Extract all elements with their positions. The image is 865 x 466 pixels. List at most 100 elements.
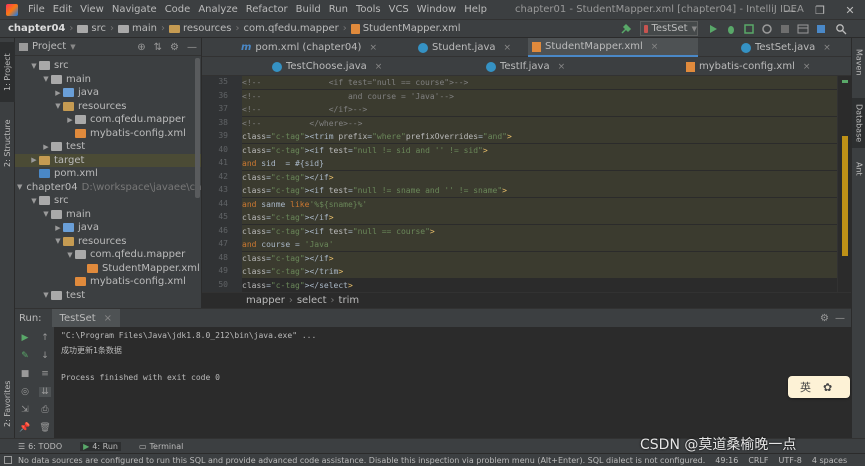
code-editor[interactable]: <!-- <if test="null == course">--> <!-- a… [242,76,837,292]
tool-tab-maven[interactable]: Maven [852,42,865,82]
exit-icon[interactable]: ⇲ [19,405,31,415]
code-line[interactable]: <!-- and course = 'Java'--> [242,89,837,103]
menu-refactor[interactable]: Refactor [242,4,292,15]
chevron-right-icon[interactable]: ▶ [29,156,39,164]
code-line[interactable]: class = "c-tag" ></if > [242,211,837,224]
close-tab-icon[interactable]: × [823,43,831,53]
tab-student-java[interactable]: Student.java × [414,38,524,57]
chevron-right-icon[interactable]: ▶ [65,116,75,124]
status-toggle-icon[interactable] [4,456,12,464]
tree-item[interactable]: ▼ com.qfedu.mapper [15,248,201,261]
tree-item[interactable]: ▼ src [15,194,201,207]
tab-testchoose-java[interactable]: TestChoose.java × [268,57,408,76]
close-icon[interactable]: ✕ [835,0,865,20]
soft-wrap-icon[interactable]: ≡ [39,369,51,379]
code-line[interactable]: class = "c-tag" ></if > [242,170,837,184]
run-icon[interactable] [707,23,719,35]
code-line[interactable]: class = "c-tag" ><if test = "null != sname an… [242,184,837,197]
tab-studentmapper-xml[interactable]: StudentMapper.xml × [528,38,698,57]
stop-icon[interactable] [779,23,791,35]
code-line[interactable]: <!-- <if test="null == course">--> [242,76,837,89]
tree-item[interactable]: ▼ main [15,73,201,86]
tab-pom-xml[interactable]: m pom.xml (chapter04) × [237,38,377,57]
tool-tab-database[interactable]: Database [852,98,865,148]
gear-icon[interactable]: ⚙ [820,313,829,324]
status-message[interactable]: No data sources are configured to run th… [18,456,705,465]
rerun-icon[interactable]: ▶ [19,333,31,343]
gear-icon[interactable]: ⚙ [170,42,179,53]
chevron-down-icon[interactable]: ▼ [41,210,51,218]
coverage-icon[interactable] [743,23,755,35]
tree-item[interactable]: StudentMapper.xml [15,262,201,275]
chevron-down-icon[interactable]: ▼ [29,197,39,205]
menu-code[interactable]: Code [161,4,195,15]
code-line[interactable]: class = "c-tag" ></select > [242,279,837,292]
code-line[interactable]: class = "c-tag" ><if test = "null != sid and … [242,143,837,157]
tab-mybatis-config-xml[interactable]: mybatis-config.xml × [682,57,822,76]
print-icon[interactable]: ⎙ [39,405,51,415]
hide-icon[interactable]: — [187,42,197,53]
profile-icon[interactable] [761,23,773,35]
tree-item[interactable]: ▶ java [15,86,201,99]
wrench-icon[interactable]: ✎ [19,351,31,361]
menu-run[interactable]: Run [325,4,352,15]
menu-view[interactable]: View [76,4,108,15]
menu-file[interactable]: File [24,4,49,15]
menu-analyze[interactable]: Analyze [194,4,241,15]
crumb-resources[interactable]: resources [168,23,231,34]
breadcrumb-mapper[interactable]: mapper [246,295,285,306]
chevron-right-icon[interactable]: ▶ [41,143,51,151]
tab-testif-java[interactable]: TestIf.java × [482,57,582,76]
project-panel-title[interactable]: Project [32,41,66,52]
chevron-down-icon[interactable]: ▼ [53,237,63,245]
crumb-file[interactable]: StudentMapper.xml [350,23,460,34]
project-scrollbar[interactable] [195,58,200,198]
tree-item[interactable]: ▼ chapter04D:\workspace\javaee\chapter0 [15,181,201,194]
menu-help[interactable]: Help [460,4,491,15]
tree-item[interactable]: mybatis-config.xml [15,127,201,140]
stop-icon[interactable]: ■ [19,369,31,379]
menu-edit[interactable]: Edit [49,4,76,15]
pin-icon[interactable]: 📌 [19,423,31,433]
tree-item[interactable]: mybatis-config.xml [15,275,201,288]
tree-item[interactable]: ▶ com.qfedu.mapper [15,113,201,126]
close-tab-icon[interactable]: × [104,313,112,324]
close-tab-icon[interactable]: × [375,62,383,72]
code-line[interactable]: and sanme like '%${sname}%' [242,197,837,211]
close-tab-icon[interactable]: × [803,62,811,72]
breadcrumb-trim[interactable]: trim [339,295,360,306]
warning-marker[interactable] [842,136,848,256]
crumb-project[interactable]: chapter04 [8,23,65,34]
scroll-to-end-icon[interactable]: ⇊ [39,387,51,397]
chevron-down-icon[interactable]: ▼ [41,291,51,299]
crumb-src[interactable]: src [77,23,106,34]
tree-item[interactable]: pom.xml [15,167,201,180]
crumb-main[interactable]: main [117,23,157,34]
arrow-down-icon[interactable]: ↓ [39,351,51,361]
tool-tab-todo[interactable]: ☰ 6: TODO [18,442,62,451]
editor-error-stripe[interactable] [837,76,851,292]
menu-window[interactable]: Window [413,4,460,15]
close-tab-icon[interactable]: × [504,43,512,53]
tree-item[interactable]: ▶ java [15,221,201,234]
caret-position[interactable]: 49:16 [715,456,738,465]
chevron-down-icon[interactable]: ▼ [29,62,39,70]
close-tab-icon[interactable]: × [369,43,377,53]
code-line[interactable]: class = "c-tag" ></trim > [242,265,837,278]
chevron-down-icon[interactable]: ▼ [53,102,63,110]
sdk-icon[interactable] [815,23,827,35]
tree-item[interactable]: ▼ resources [15,235,201,248]
tree-item[interactable]: ▶ target [15,153,201,167]
collapse-icon[interactable]: ⇅ [154,42,162,53]
minimize-icon[interactable]: — [775,0,805,20]
tool-tab-structure[interactable]: 2: Structure [0,108,15,178]
chevron-down-icon[interactable]: ▼ [41,75,51,83]
menu-vcs[interactable]: VCS [385,4,413,15]
arrow-up-icon[interactable]: ↑ [39,333,51,343]
menu-navigate[interactable]: Navigate [108,4,161,15]
chevron-right-icon[interactable]: ▶ [53,224,63,232]
chevron-right-icon[interactable]: ▶ [53,89,63,97]
menu-build[interactable]: Build [292,4,325,15]
chevron-down-icon[interactable]: ▼ [65,251,75,259]
close-tab-icon[interactable]: × [651,42,659,52]
